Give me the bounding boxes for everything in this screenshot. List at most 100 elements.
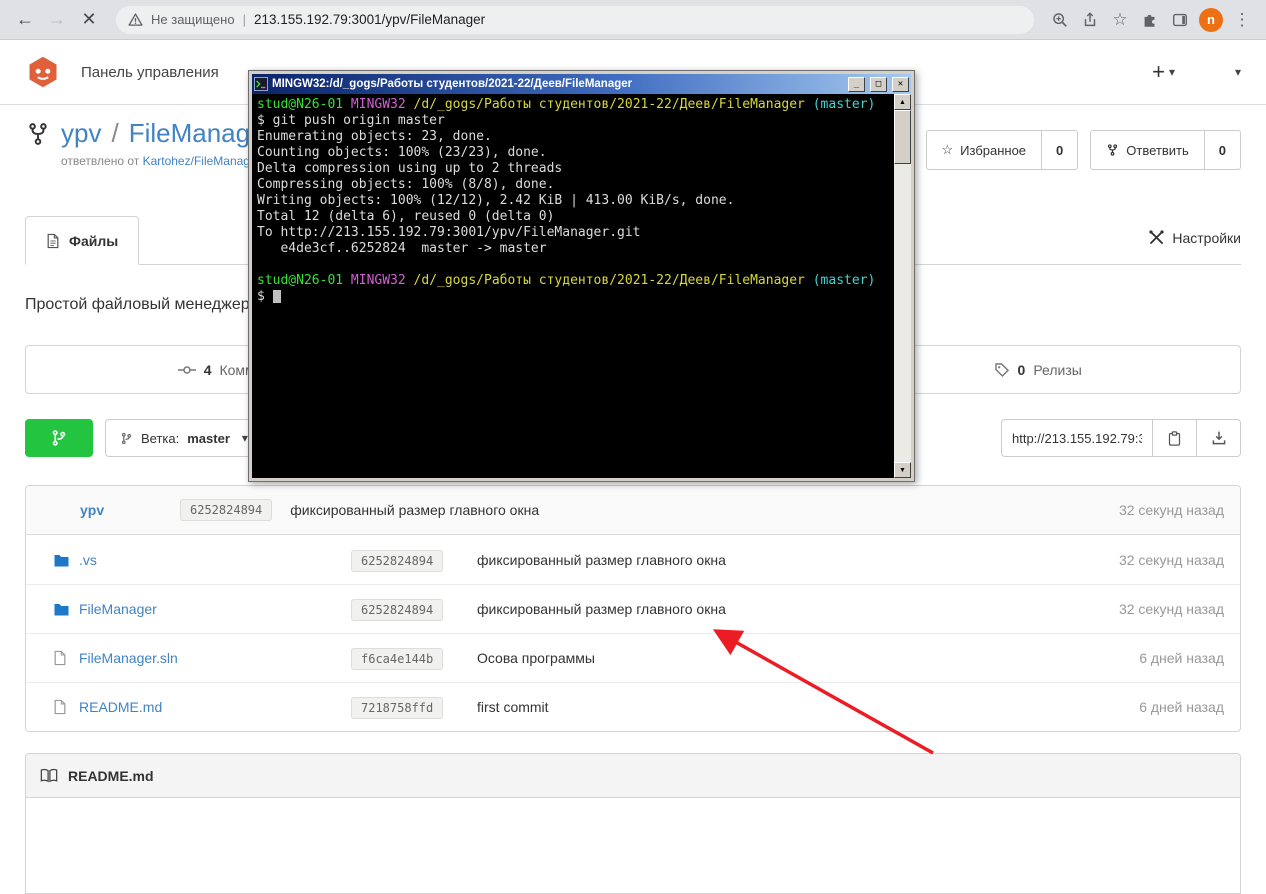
commit-time: 32 секунд назад [1119,601,1224,617]
readme-header: README.md [26,754,1240,798]
branch-name: master [187,431,230,446]
repo-description: Простой файловый менеджер [25,296,250,314]
terminal-line: Delta compression using up to 2 threads [257,161,890,177]
commit-time: 6 дней назад [1139,699,1224,715]
file-name-link[interactable]: README.md [79,699,162,715]
terminal-title: MINGW32:/d/_gogs/Работы студентов/2021-2… [272,78,843,90]
settings-link[interactable]: Настройки [1148,229,1241,246]
terminal-body: stud@N26-01 MINGW32 /d/_gogs/Работы студ… [252,94,911,478]
forward-icon[interactable]: → [42,5,72,35]
commit-author-link[interactable]: ypv [80,502,180,518]
fork-count[interactable]: 0 [1204,131,1240,169]
terminal-line: Total 12 (delta 6), reused 0 (delta 0) [257,209,890,225]
stop-icon[interactable]: ✕ [74,5,104,35]
file-icon [53,699,70,715]
commit-message-link[interactable]: фиксированный размер главного окна [477,601,1119,617]
maximize-button[interactable]: □ [870,77,887,92]
share-icon[interactable] [1076,6,1104,34]
commit-message-link[interactable]: first commit [477,699,1139,715]
star-count[interactable]: 0 [1041,131,1077,169]
folder-icon [53,553,70,567]
releases-count: 0 [1018,362,1026,378]
terminal-output: stud@N26-01 MINGW32 /d/_gogs/Работы студ… [257,97,890,305]
forked-from-link[interactable]: Kartohez/FileManager [143,154,261,168]
commit-time: 32 секунд назад [1119,552,1224,568]
terminal-line: $ [257,289,890,305]
commit-sha-label[interactable]: 6252824894 [351,550,443,572]
fork-button-group: Ответвить 0 [1090,130,1241,170]
file-tab-icon [46,233,60,249]
terminal-line: e4de3cf..6252824 master -> master [257,241,890,257]
repo-actions: ☆ Избранное 0 Ответвить 0 [926,130,1242,170]
extensions-puzzle-icon[interactable] [1136,6,1164,34]
browser-profile-avatar[interactable]: n [1199,8,1223,32]
zoom-icon[interactable] [1046,6,1074,34]
terminal-titlebar[interactable]: MINGW32:/d/_gogs/Работы студентов/2021-2… [252,74,911,94]
commit-sha-label[interactable]: f6ca4e144b [351,648,443,670]
table-row: FileManager.sln f6ca4e144b Осова программы… [26,633,1240,682]
address-bar[interactable]: Не защищено | 213.155.192.79:3001/ypv/Fi… [116,6,1034,34]
fork-icon [1106,143,1119,157]
copy-url-button[interactable] [1153,419,1197,457]
commit-sha-label[interactable]: 6252824894 [351,599,443,621]
security-label: Не защищено [151,12,235,27]
star-button[interactable]: ☆ Избранное [927,131,1042,169]
page: ← → ✕ Не защищено | 213.155.192.79:3001/… [0,0,1266,894]
readme-body [26,798,1240,894]
table-row: .vs 6252824894 фиксированный размер главно… [26,535,1240,584]
create-new-caret-icon[interactable]: ▾ [1169,65,1175,79]
minimize-button[interactable]: _ [848,77,865,92]
terminal-line: stud@N26-01 MINGW32 /d/_gogs/Работы студ… [257,97,890,113]
terminal-window-icon [254,77,268,91]
side-panel-icon[interactable] [1166,6,1194,34]
commit-time: 6 дней назад [1139,650,1224,666]
repo-owner-link[interactable]: ypv [61,118,101,149]
file-name-link[interactable]: FileManager.sln [79,650,178,666]
file-name-link[interactable]: FileManager [79,601,157,617]
scrollbar-thumb[interactable] [894,110,911,164]
file-icon [53,650,70,666]
user-menu-caret-icon[interactable]: ▾ [1235,65,1241,79]
address-divider: | [243,12,246,27]
commit-sha-label[interactable]: 6252824894 [180,499,272,521]
nav-dashboard-link[interactable]: Панель управления [81,64,219,81]
compare-button[interactable] [25,419,93,457]
warning-icon [128,12,143,27]
tag-icon [994,362,1010,378]
file-name-link[interactable]: .vs [79,552,97,568]
latest-commit-row: ypv 6252824894 фиксированный размер глав… [26,486,1240,535]
back-icon[interactable]: ← [10,5,40,35]
forked-from-label: ответвлено от [61,154,139,168]
terminal-line: To http://213.155.192.79:3001/ypv/FileMa… [257,225,890,241]
url-text: 213.155.192.79:3001/ypv/FileManager [254,12,485,27]
commit-sha-label[interactable]: 7218758ffd [351,697,443,719]
repo-fork-badge-icon [25,121,51,147]
releases-label: Релизы [1033,362,1082,378]
scroll-down-icon[interactable]: ▼ [894,462,911,478]
clone-url-input[interactable] [1001,419,1153,457]
close-button[interactable]: ✕ [892,77,909,92]
settings-label: Настройки [1172,230,1241,246]
create-new-icon[interactable]: + [1152,59,1165,85]
commit-message-link[interactable]: фиксированный размер главного окна [477,552,1119,568]
fork-button[interactable]: Ответвить [1091,131,1203,169]
table-row: FileManager 6252824894 фиксированный разме… [26,584,1240,633]
bookmark-star-icon[interactable]: ☆ [1106,6,1134,34]
readme-title: README.md [68,768,154,784]
tab-files-label: Файлы [69,233,118,249]
commit-message-link[interactable]: фиксированный размер главного окна [290,502,539,518]
gogs-logo[interactable] [25,54,61,90]
download-archive-button[interactable] [1197,419,1241,457]
branch-icon [120,431,133,446]
scroll-up-icon[interactable]: ▲ [894,94,911,110]
commit-message-link[interactable]: Осова программы [477,650,1139,666]
terminal-window[interactable]: MINGW32:/d/_gogs/Работы студентов/2021-2… [248,70,915,482]
tools-icon [1148,229,1165,246]
terminal-scrollbar[interactable]: ▲ ▼ [894,94,911,478]
browser-menu-icon[interactable]: ⋮ [1228,6,1256,34]
fork-button-label: Ответвить [1126,143,1188,158]
branch-selector[interactable]: Ветка: master ▾ [105,419,263,457]
commits-count: 4 [204,362,212,378]
tab-files[interactable]: Файлы [25,216,139,265]
file-table: ypv 6252824894 фиксированный размер глав… [25,485,1241,732]
